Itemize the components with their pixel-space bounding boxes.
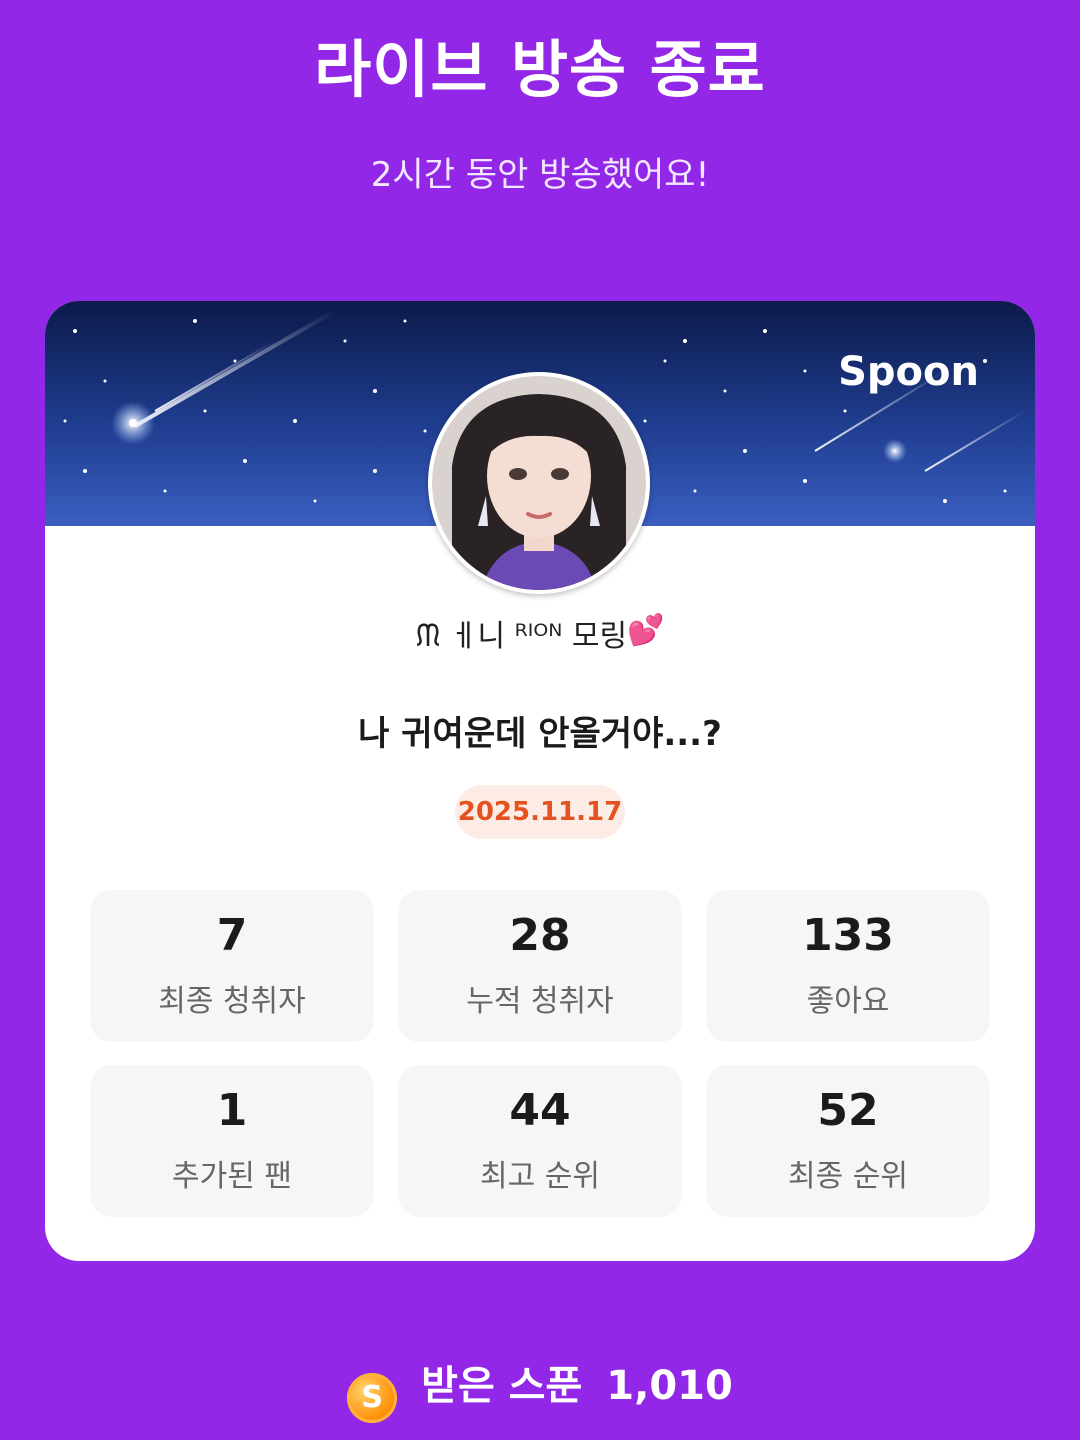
stat-value: 28 bbox=[509, 910, 571, 961]
stat-highest-rank: 44 최고 순위 bbox=[398, 1065, 682, 1217]
two-hearts-icon: 💕 bbox=[627, 613, 665, 648]
page-title: 라이브 방송 종료 bbox=[314, 33, 766, 106]
stat-likes: 133 좋아요 bbox=[706, 890, 990, 1042]
stat-label: 최고 순위 bbox=[480, 1159, 600, 1194]
broadcast-date-badge: 2025.11.17 bbox=[455, 785, 625, 839]
received-spoons-value: 1,010 bbox=[606, 1363, 733, 1409]
received-spoons: S 받은 스푼 1,010 bbox=[0, 1356, 1080, 1423]
received-spoons-label: 받은 스푼 bbox=[421, 1363, 583, 1409]
host-avatar[interactable] bbox=[428, 372, 650, 594]
stat-value: 7 bbox=[216, 910, 248, 961]
host-nickname[interactable]: ᙏ ㅔ니 ᴿᴵᴼᴺ 모링💕 bbox=[45, 609, 1035, 659]
stat-new-fans: 1 추가된 팬 bbox=[90, 1065, 374, 1217]
broadcast-duration-text: 2시간 동안 방송했어요! bbox=[370, 155, 710, 195]
stat-label: 추가된 팬 bbox=[172, 1159, 292, 1194]
stat-value: 44 bbox=[509, 1085, 571, 1136]
stat-value: 52 bbox=[817, 1085, 879, 1136]
stat-value: 1 bbox=[216, 1085, 248, 1136]
stat-label: 좋아요 bbox=[806, 984, 890, 1019]
stat-label: 누적 청취자 bbox=[466, 984, 614, 1019]
host-nickname-text: ᙏ ㅔ니 ᴿᴵᴼᴺ 모링 bbox=[415, 619, 628, 654]
stat-label: 최종 순위 bbox=[788, 1159, 908, 1194]
stat-total-listeners: 28 누적 청취자 bbox=[398, 890, 682, 1042]
spoon-coin-icon: S bbox=[347, 1373, 398, 1423]
stat-final-listeners: 7 최종 청취자 bbox=[90, 890, 374, 1042]
stat-label: 최종 청취자 bbox=[158, 984, 306, 1019]
live-title: 나 귀여운데 안올거야...? bbox=[358, 714, 722, 754]
avatar-image bbox=[432, 376, 646, 590]
spoon-logo: Spoon bbox=[838, 349, 979, 395]
stat-value: 133 bbox=[802, 910, 894, 961]
stat-final-rank: 52 최종 순위 bbox=[706, 1065, 990, 1217]
broadcast-summary-card: Spoon ᙏ ㅔ니 ᴿᴵᴼᴺ 모링💕 나 귀여운데 안올거야...? 2025… bbox=[45, 301, 1035, 1261]
